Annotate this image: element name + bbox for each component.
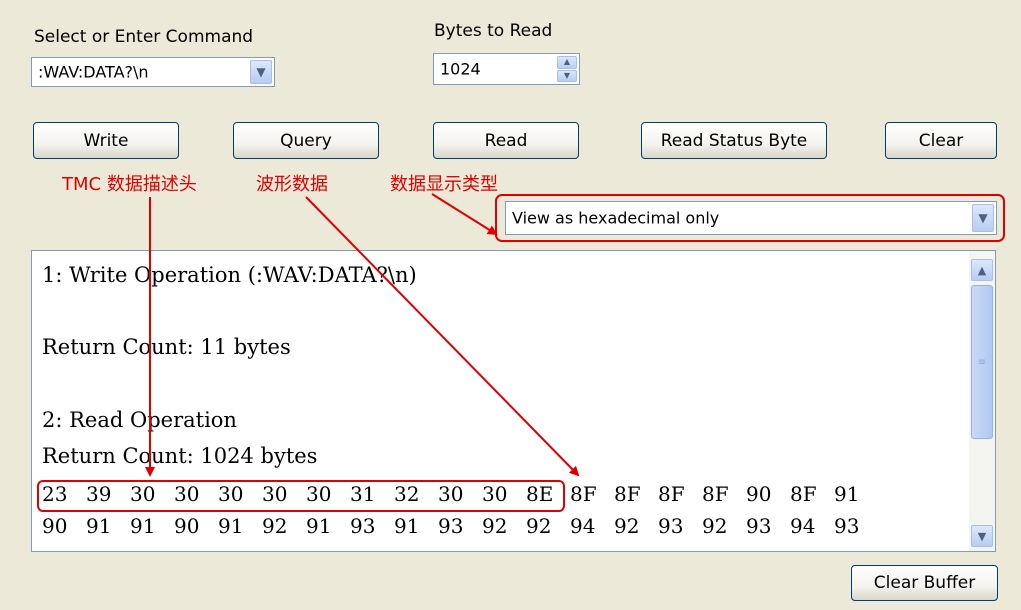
display-type-select[interactable]: View as hexadecimal only ▼	[505, 201, 997, 235]
output-line-return-count-1024: Return Count: 1024 bytes	[42, 444, 318, 468]
output-line-write-operation: 1: Write Operation (:WAV:DATA?\n)	[42, 263, 417, 287]
hex-byte: 92	[482, 514, 508, 538]
hex-byte: 91	[306, 514, 332, 538]
spinner-arrows-icon[interactable]: ▲ ▼	[557, 56, 577, 82]
command-combobox[interactable]: :WAV:DATA?\n ▼	[31, 57, 275, 87]
write-button[interactable]: Write	[33, 122, 179, 159]
hex-byte: 92	[526, 514, 552, 538]
query-button[interactable]: Query	[233, 122, 379, 159]
arrow-display-type	[431, 193, 498, 236]
hex-byte: 93	[350, 514, 376, 538]
hex-byte: 91	[834, 482, 860, 506]
chevron-down-icon[interactable]: ▼	[250, 60, 272, 84]
hex-byte: 92	[702, 514, 728, 538]
read-button[interactable]: Read	[433, 122, 579, 159]
chevron-down-icon[interactable]: ▼	[972, 204, 994, 232]
hex-byte: 93	[834, 514, 860, 538]
hex-byte: 92	[262, 514, 288, 538]
output-line-read-operation: 2: Read Operation	[42, 408, 237, 432]
display-type-value[interactable]: View as hexadecimal only	[512, 209, 719, 228]
annotation-waveform-data: 波形数据	[256, 174, 328, 195]
annotation-tmc-header: TMC 数据描述头	[62, 174, 197, 195]
hex-byte: 8F	[570, 482, 597, 506]
scroll-thumb[interactable]: ≡	[971, 285, 993, 439]
hex-byte: 90	[746, 482, 772, 506]
hex-byte: 8F	[658, 482, 685, 506]
hex-byte: 91	[394, 514, 420, 538]
hex-byte: 90	[42, 514, 68, 538]
hex-byte: 8F	[702, 482, 729, 506]
hex-byte: 91	[86, 514, 112, 538]
hex-byte: 94	[570, 514, 596, 538]
bytes-to-read-value[interactable]: 1024	[440, 60, 481, 79]
hex-byte: 92	[614, 514, 640, 538]
hex-byte: 93	[438, 514, 464, 538]
hex-byte: 91	[218, 514, 244, 538]
hex-byte: 8F	[614, 482, 641, 506]
spinner-up-icon[interactable]: ▲	[557, 56, 577, 69]
hex-byte: 91	[130, 514, 156, 538]
hex-byte: 90	[174, 514, 200, 538]
hex-byte: 8F	[790, 482, 817, 506]
spinner-down-icon[interactable]: ▼	[557, 69, 577, 82]
output-scrollbar[interactable]: ▲ ≡ ▼	[969, 251, 995, 551]
tmc-header-highlight	[37, 480, 565, 512]
clear-buffer-button[interactable]: Clear Buffer	[851, 565, 998, 601]
hex-byte: 94	[790, 514, 816, 538]
command-label: Select or Enter Command	[34, 27, 254, 47]
command-value[interactable]: :WAV:DATA?\n	[38, 63, 149, 82]
hex-byte: 93	[746, 514, 772, 538]
read-status-byte-button[interactable]: Read Status Byte	[641, 122, 827, 159]
annotation-display-type: 数据显示类型	[390, 174, 498, 195]
scroll-up-icon[interactable]: ▲	[971, 259, 993, 281]
output-line-return-count-11: Return Count: 11 bytes	[42, 335, 291, 359]
bytes-to-read-input[interactable]: 1024 ▲ ▼	[433, 53, 580, 85]
scroll-down-icon[interactable]: ▼	[971, 525, 993, 547]
bytes-to-read-label: Bytes to Read	[434, 21, 553, 41]
clear-button[interactable]: Clear	[885, 122, 997, 159]
hex-byte: 93	[658, 514, 684, 538]
